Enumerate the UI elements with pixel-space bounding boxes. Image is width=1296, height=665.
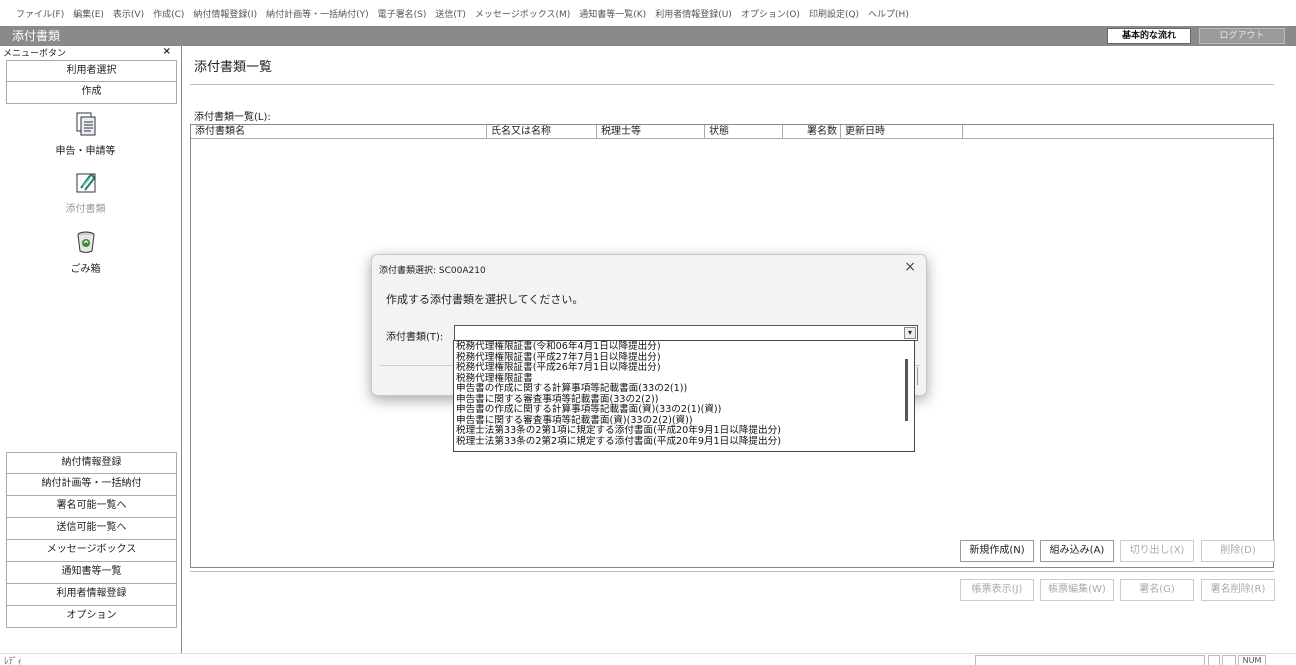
menu-user-info[interactable]: 利用者情報登録(U) bbox=[655, 7, 732, 20]
sidebar-item-label: ごみ箱 bbox=[70, 264, 101, 275]
sidebar-header: メニューボタン × bbox=[0, 46, 181, 60]
dropdown-option[interactable]: 税務代理権限証書(平成26年7月1日以降提出分) bbox=[456, 362, 914, 374]
menu-payment-plan[interactable]: 納付計画等・一括納付(Y) bbox=[266, 7, 369, 20]
column-header-signatures[interactable]: 署名数 bbox=[783, 125, 841, 138]
status-cell bbox=[1208, 655, 1220, 665]
menu-print-settings[interactable]: 印刷設定(Q) bbox=[809, 7, 859, 20]
sidebar: メニューボタン × 利用者選択 作成 申告・申請等 添付書類 ごみ箱 納付情報登… bbox=[0, 46, 182, 653]
import-button[interactable]: 組み込み(A) bbox=[1040, 540, 1114, 562]
menu-options[interactable]: オプション(O) bbox=[741, 7, 800, 20]
dropdown-scrollbar[interactable] bbox=[902, 345, 912, 449]
menu-file[interactable]: ファイル(F) bbox=[16, 7, 64, 20]
dropdown-option[interactable]: 申告書の作成に関する計算事項等記載書面(33の2(1)) bbox=[456, 383, 914, 395]
status-cell bbox=[975, 655, 1205, 665]
sidebar-close-icon[interactable]: × bbox=[163, 46, 171, 57]
sidebar-item-label: 添付書類 bbox=[65, 204, 106, 215]
chevron-down-icon[interactable]: ▾ bbox=[904, 327, 916, 339]
user-info-button[interactable]: 利用者情報登録 bbox=[6, 584, 177, 606]
trash-icon bbox=[77, 231, 94, 253]
attachment-icon bbox=[76, 173, 95, 193]
menu-message-box[interactable]: メッセージボックス(M) bbox=[475, 7, 570, 20]
menu-view[interactable]: 表示(V) bbox=[113, 7, 144, 20]
status-bar: ﾚﾃﾞｨ NUM bbox=[0, 653, 1296, 665]
edit-form-button[interactable]: 帳票編集(W) bbox=[1040, 579, 1114, 601]
view-form-button[interactable]: 帳票表示(J) bbox=[960, 579, 1034, 601]
menu-bar: ファイル(F) 編集(E) 表示(V) 作成(C) 納付情報登録(I) 納付計画… bbox=[0, 0, 1296, 26]
sidebar-bottom-buttons: 納付情報登録 納付計画等・一括納付 署名可能一覧へ 送信可能一覧へ メッセージボ… bbox=[0, 452, 177, 628]
menu-notices[interactable]: 通知書等一覧(K) bbox=[579, 7, 646, 20]
menu-send[interactable]: 送信(T) bbox=[435, 7, 466, 20]
divider bbox=[190, 84, 1274, 85]
divider bbox=[190, 571, 1274, 572]
status-num: NUM bbox=[1238, 655, 1266, 665]
window-title: 添付書類 bbox=[12, 29, 61, 43]
sidebar-header-label: メニューボタン bbox=[3, 49, 67, 59]
logout-button[interactable]: ログアウト bbox=[1199, 28, 1285, 44]
column-header-owner[interactable]: 氏名又は名称 bbox=[487, 125, 597, 138]
scrollbar-thumb[interactable] bbox=[905, 359, 908, 421]
dropdown-option[interactable]: 税理士法第33条の2第2項に規定する添付書面(平成20年9月1日以降提出分) bbox=[456, 436, 914, 448]
extract-button[interactable]: 切り出し(X) bbox=[1120, 540, 1194, 562]
attachment-type-label: 添付書類(T): bbox=[386, 332, 444, 343]
menu-help[interactable]: ヘルプ(H) bbox=[868, 7, 909, 20]
dropdown-option[interactable]: 税理士法第33条の2第1項に規定する添付書面(平成20年9月1日以降提出分) bbox=[456, 425, 914, 437]
attachment-type-select[interactable]: ▾ bbox=[454, 325, 918, 341]
basic-flow-button[interactable]: 基本的な流れ bbox=[1107, 28, 1191, 44]
dialog-prompt: 作成する添付書類を選択してください。 bbox=[386, 293, 584, 306]
sign-button[interactable]: 署名(G) bbox=[1120, 579, 1194, 601]
attachment-type-dropdown[interactable]: 税務代理権限証書(令和06年4月1日以降提出分) 税務代理権限証書(平成27年7… bbox=[453, 340, 915, 452]
sidebar-item-attachments[interactable]: 添付書類 bbox=[0, 170, 171, 215]
options-button[interactable]: オプション bbox=[6, 606, 177, 628]
dialog-close-icon[interactable]: × bbox=[904, 259, 916, 275]
dropdown-option[interactable]: 申告書の作成に関する計算事項等記載書面(資)(33の2(1)(資)) bbox=[456, 404, 914, 416]
new-create-button[interactable]: 新規作成(N) bbox=[960, 540, 1034, 562]
status-ready: ﾚﾃﾞｨ bbox=[4, 657, 23, 665]
dropdown-option[interactable]: 税務代理権限証書(令和06年4月1日以降提出分) bbox=[456, 341, 914, 353]
list-column-headers: 添付書類名 氏名又は名称 税理士等 状態 署名数 更新日時 bbox=[191, 125, 1273, 139]
column-header-updated[interactable]: 更新日時 bbox=[841, 125, 963, 138]
document-icon bbox=[76, 112, 95, 136]
sidebar-item-trash[interactable]: ごみ箱 bbox=[0, 230, 171, 275]
delete-signature-button[interactable]: 署名削除(R) bbox=[1201, 579, 1275, 601]
dropdown-options: 税務代理権限証書(令和06年4月1日以降提出分) 税務代理権限証書(平成27年7… bbox=[454, 341, 914, 447]
menu-payment-info[interactable]: 納付情報登録(I) bbox=[193, 7, 257, 20]
create-button[interactable]: 作成 bbox=[6, 82, 177, 104]
column-header-tax-accountant[interactable]: 税理士等 bbox=[597, 125, 705, 138]
window-title-bar: 添付書類 基本的な流れ ログアウト bbox=[0, 26, 1296, 46]
list-label: 添付書類一覧(L): bbox=[194, 112, 271, 123]
sidebar-item-label: 申告・申請等 bbox=[55, 146, 116, 157]
sidebar-item-returns[interactable]: 申告・申請等 bbox=[0, 112, 171, 157]
delete-button[interactable]: 削除(D) bbox=[1201, 540, 1275, 562]
dialog-title: 添付書類選択: SC00A210 bbox=[379, 266, 486, 276]
page-title: 添付書類一覧 bbox=[194, 60, 273, 75]
status-cell bbox=[1222, 655, 1236, 665]
payment-info-button[interactable]: 納付情報登録 bbox=[6, 452, 177, 474]
menu-create[interactable]: 作成(C) bbox=[153, 7, 184, 20]
sendable-list-button[interactable]: 送信可能一覧へ bbox=[6, 518, 177, 540]
column-header-name[interactable]: 添付書類名 bbox=[191, 125, 487, 138]
payment-plan-button[interactable]: 納付計画等・一括納付 bbox=[6, 474, 177, 496]
message-box-button[interactable]: メッセージボックス bbox=[6, 540, 177, 562]
notices-list-button[interactable]: 通知書等一覧 bbox=[6, 562, 177, 584]
signable-list-button[interactable]: 署名可能一覧へ bbox=[6, 496, 177, 518]
column-header-status[interactable]: 状態 bbox=[705, 125, 783, 138]
sidebar-icon-area: 申告・申請等 添付書類 ごみ箱 bbox=[0, 104, 181, 424]
select-user-button[interactable]: 利用者選択 bbox=[6, 60, 177, 82]
menu-edit[interactable]: 編集(E) bbox=[73, 7, 104, 20]
menu-signature[interactable]: 電子署名(S) bbox=[378, 7, 427, 20]
